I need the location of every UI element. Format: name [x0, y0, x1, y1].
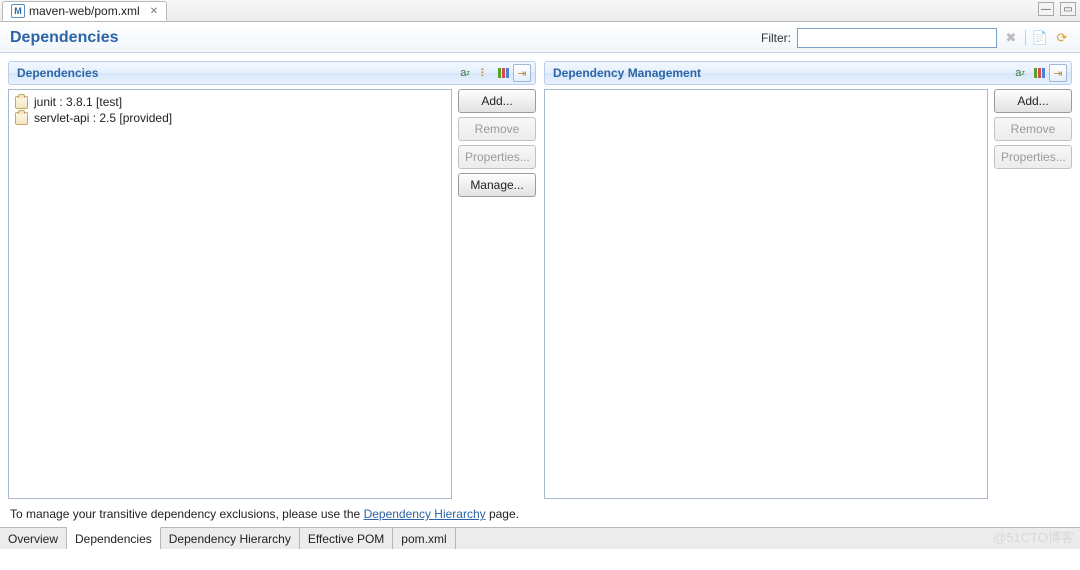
sort-az-icon[interactable]: az — [1011, 64, 1029, 82]
dependency-management-list[interactable] — [544, 89, 988, 499]
properties-button[interactable]: Properties... — [458, 145, 536, 169]
list-item[interactable]: servlet-api : 2.5 [provided] — [13, 110, 447, 126]
properties-button[interactable]: Properties... — [994, 145, 1072, 169]
hint-prefix: To manage your transitive dependency exc… — [10, 507, 364, 521]
filter-bars-icon[interactable] — [494, 64, 512, 82]
dependency-management-panel-title: Dependency Management — [553, 66, 701, 80]
dependencies-panel: Dependencies az ⠇ ⇥ junit : 3.8.1 [test]… — [8, 61, 536, 499]
hierarchy-icon[interactable]: ⠇ — [475, 64, 493, 82]
list-item-label: servlet-api : 2.5 [provided] — [34, 111, 172, 125]
expand-icon[interactable]: ⇥ — [513, 64, 531, 82]
file-tab-title: maven-web/pom.xml — [29, 4, 140, 18]
sort-az-icon[interactable]: az — [456, 64, 474, 82]
hint-text: To manage your transitive dependency exc… — [0, 503, 1080, 527]
filter-input[interactable] — [797, 28, 997, 48]
file-tab[interactable]: M maven-web/pom.xml ✕ — [2, 1, 167, 21]
dependency-management-panel-body: Add... Remove Properties... — [544, 89, 1072, 499]
add-button[interactable]: Add... — [458, 89, 536, 113]
toolbar-separator — [1025, 30, 1026, 46]
editor-tabs: Overview Dependencies Dependency Hierarc… — [0, 527, 1080, 549]
dependencies-list[interactable]: junit : 3.8.1 [test] servlet-api : 2.5 [… — [8, 89, 452, 499]
main-content: Dependencies az ⠇ ⇥ junit : 3.8.1 [test]… — [0, 53, 1080, 503]
editor-tab-dependencies[interactable]: Dependencies — [67, 527, 161, 549]
dependency-management-button-column: Add... Remove Properties... — [994, 89, 1072, 499]
filter-label: Filter: — [761, 31, 791, 45]
page-title: Dependencies — [10, 29, 118, 47]
jar-icon — [15, 96, 28, 109]
editor-tab-pom-xml[interactable]: pom.xml — [393, 528, 455, 549]
dependencies-panel-body: junit : 3.8.1 [test] servlet-api : 2.5 [… — [8, 89, 536, 499]
editor-tab-dependency-hierarchy[interactable]: Dependency Hierarchy — [161, 528, 300, 549]
dependency-management-panel-header: Dependency Management az ⇥ — [544, 61, 1072, 85]
dependency-hierarchy-link[interactable]: Dependency Hierarchy — [364, 507, 486, 521]
editor-tab-overview[interactable]: Overview — [0, 528, 67, 549]
dependencies-panel-tools: az ⠇ ⇥ — [456, 64, 531, 82]
list-item-label: junit : 3.8.1 [test] — [34, 95, 122, 109]
dependency-management-panel: Dependency Management az ⇥ Add... Remove… — [544, 61, 1072, 499]
editor-tab-effective-pom[interactable]: Effective POM — [300, 528, 393, 549]
manage-button[interactable]: Manage... — [458, 173, 536, 197]
list-item[interactable]: junit : 3.8.1 [test] — [13, 94, 447, 110]
dependencies-button-column: Add... Remove Properties... Manage... — [458, 89, 536, 499]
dependencies-panel-title: Dependencies — [17, 66, 98, 80]
page-header: Dependencies Filter: ✖ 📄 ⟳ — [0, 22, 1080, 53]
add-button[interactable]: Add... — [994, 89, 1072, 113]
remove-button[interactable]: Remove — [458, 117, 536, 141]
remove-button[interactable]: Remove — [994, 117, 1072, 141]
open-pom-icon[interactable]: 📄 — [1032, 30, 1048, 46]
window-controls: — ▭ — [1038, 2, 1076, 16]
filter-area: Filter: ✖ 📄 ⟳ — [761, 28, 1070, 48]
hint-suffix: page. — [486, 507, 519, 521]
dependency-management-panel-tools: az ⇥ — [1011, 64, 1067, 82]
link-toggle-icon[interactable]: ⟳ — [1054, 30, 1070, 46]
expand-icon[interactable]: ⇥ — [1049, 64, 1067, 82]
minimize-button[interactable]: — — [1038, 2, 1054, 16]
filter-bars-icon[interactable] — [1030, 64, 1048, 82]
file-tab-bar: M maven-web/pom.xml ✕ — ▭ — [0, 0, 1080, 22]
maven-file-icon: M — [11, 4, 25, 18]
clear-filter-icon[interactable]: ✖ — [1003, 30, 1019, 46]
jar-icon — [15, 112, 28, 125]
maximize-button[interactable]: ▭ — [1060, 2, 1076, 16]
close-icon[interactable]: ✕ — [150, 6, 158, 17]
dependencies-panel-header: Dependencies az ⠇ ⇥ — [8, 61, 536, 85]
